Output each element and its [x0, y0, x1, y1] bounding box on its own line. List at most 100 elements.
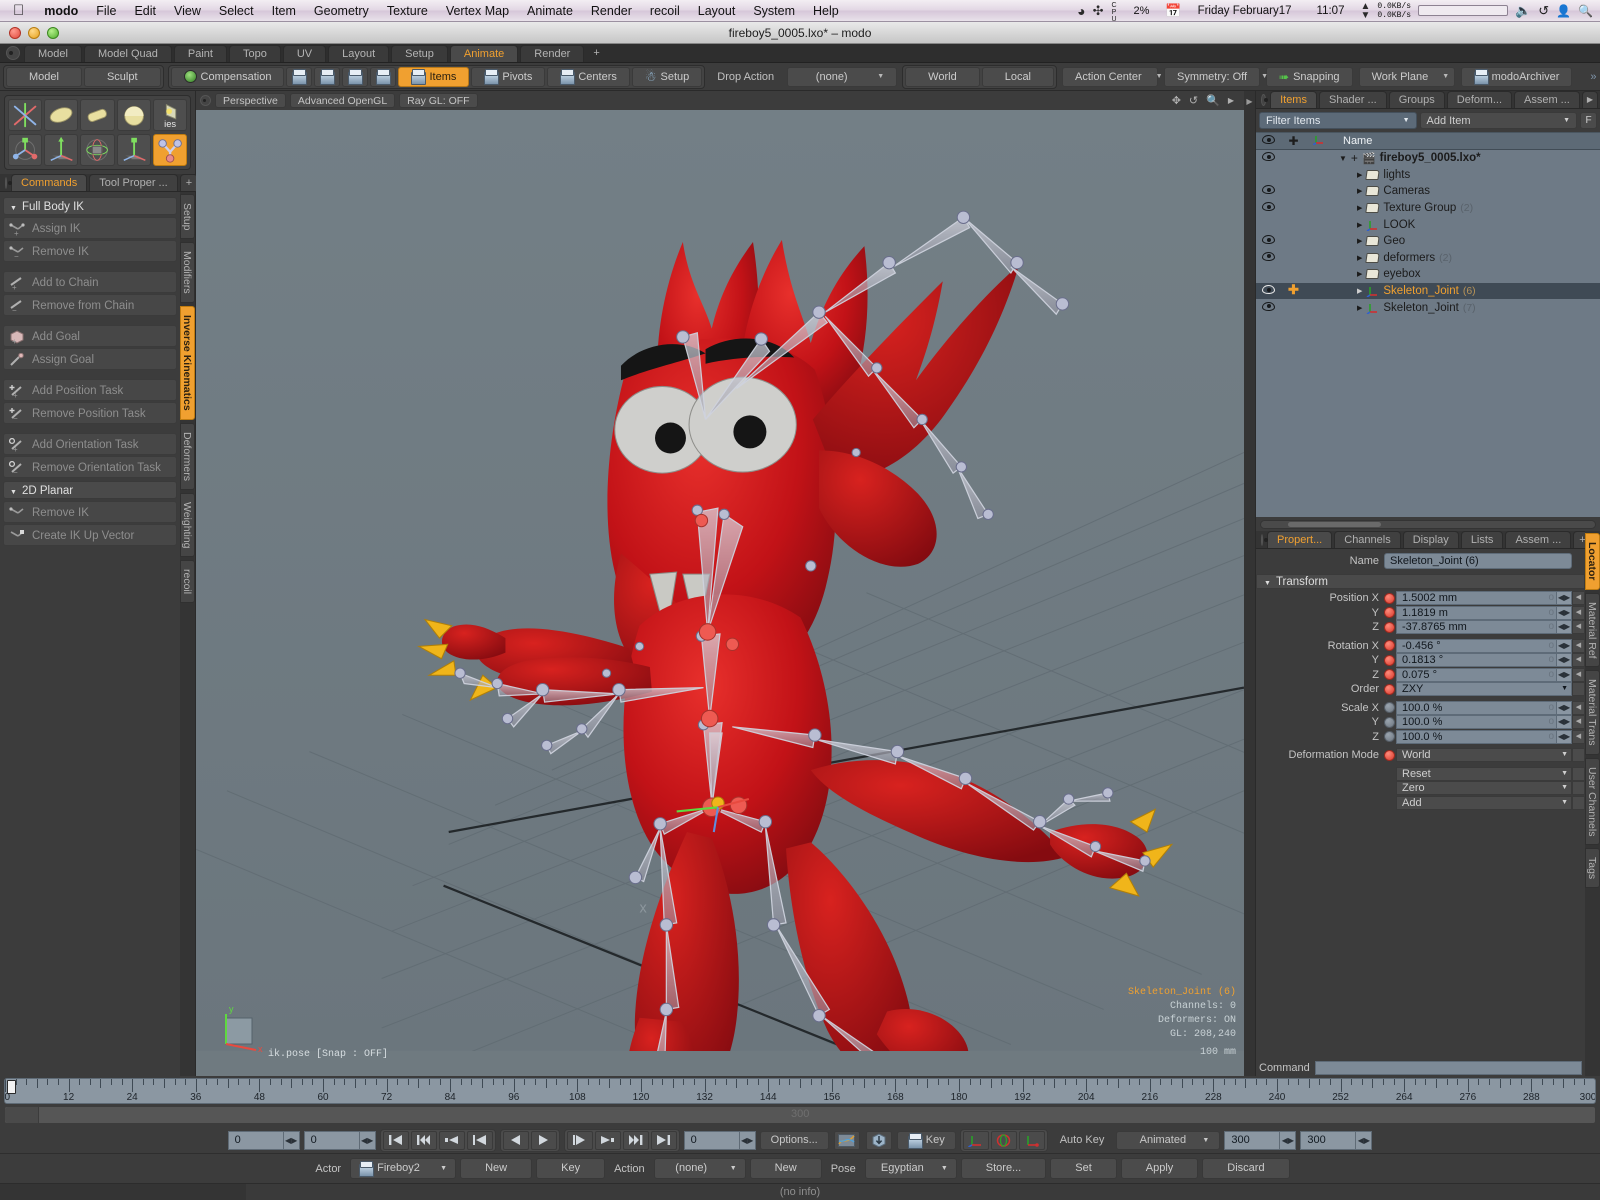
viewport-view-dropdown[interactable]: Perspective [215, 93, 286, 108]
command-add-position-task[interactable]: + Add Position Task [3, 379, 177, 401]
pose-discard-button[interactable]: Discard [1202, 1158, 1290, 1179]
disclosure-triangle-icon[interactable]: ▶ [1357, 287, 1362, 295]
timer-icon[interactable]: ◕ [1077, 3, 1085, 19]
graph-editor-button[interactable] [833, 1130, 860, 1150]
animated-channel-dot[interactable] [1384, 749, 1395, 761]
layout-tab-menu-knob[interactable] [6, 46, 20, 60]
stepper-arrows[interactable]: ◀▶ [1557, 653, 1572, 668]
pose-set-button[interactable]: Set [1050, 1158, 1117, 1179]
vtab-material-ref[interactable]: Material Ref [1585, 592, 1600, 668]
disclosure-triangle-icon[interactable]: ▶ [1357, 221, 1362, 229]
viewport-expand-icon[interactable]: ▶ [1228, 96, 1234, 105]
disclosure-triangle-icon[interactable]: ▶ [1357, 304, 1362, 312]
rotation-z-input[interactable]: 0.075 ° o [1396, 667, 1557, 682]
viewport-canvas[interactable]: x z [196, 110, 1244, 1051]
vtab-inverse-kinematics[interactable]: Inverse Kinematics [180, 306, 195, 420]
pivots-button[interactable]: Pivots [471, 66, 546, 87]
property-row-end[interactable] [1572, 748, 1585, 763]
row-visibility-toggle[interactable] [1256, 235, 1281, 247]
action-dropdown[interactable]: (none) ▼ [653, 1158, 746, 1179]
stepper-arrows[interactable]: ◀▶ [1557, 729, 1572, 744]
actor-dropdown[interactable]: Fireboy2 ▼ [350, 1158, 457, 1179]
items-panel-next-tab-button[interactable]: ▶ [1581, 91, 1598, 108]
right-panel-collapse-handle[interactable]: ▶ [1244, 91, 1255, 1076]
add-layout-tab-button[interactable]: + [586, 45, 606, 62]
rotation-x-input[interactable]: -0.456 ° o [1396, 638, 1557, 653]
menu-item[interactable]: Item [263, 0, 305, 22]
property-row-end[interactable] [1572, 795, 1585, 810]
channel-icon-1-button[interactable] [962, 1130, 989, 1150]
viewport-menu-knob[interactable] [200, 95, 211, 106]
scale-x-input[interactable]: 100.0 % o [1396, 700, 1557, 715]
date-label[interactable]: Friday February17 [1189, 0, 1301, 22]
setup-mode-button[interactable]: ☃ Setup [631, 66, 703, 87]
action-new-button[interactable]: New [749, 1158, 822, 1179]
rotation-y-input[interactable]: 0.1813 ° o [1396, 653, 1557, 668]
horizontal-scrollbar[interactable] [1260, 519, 1596, 529]
menu-edit[interactable]: Edit [125, 0, 165, 22]
time-label[interactable]: 11:07 [1308, 0, 1354, 22]
ellipse-tool-icon[interactable] [44, 99, 79, 131]
property-row-end[interactable] [1572, 682, 1585, 697]
command-create-ik-up-vector[interactable]: Create IK Up Vector [3, 524, 177, 546]
tab-tool-properties[interactable]: Tool Proper ... [89, 174, 178, 191]
actor-new-button[interactable]: New [460, 1158, 533, 1179]
fit-view-icon[interactable]: ✥ [1172, 94, 1181, 107]
load-preset-button[interactable] [865, 1130, 892, 1150]
channel-icon-2-button[interactable] [990, 1130, 1017, 1150]
drop-action-dropdown[interactable]: (none) ▼ [787, 66, 898, 87]
disclosure-triangle-icon[interactable]: ▶ [1357, 171, 1362, 179]
row-name[interactable]: ▶ lights [1331, 169, 1600, 181]
vtab-locator[interactable]: Locator [1585, 533, 1600, 590]
row-name[interactable]: ▶ deformers (2) [1331, 252, 1600, 264]
key-button[interactable]: Key [896, 1130, 956, 1150]
filter-toggle-button[interactable]: F [1580, 112, 1597, 129]
ies-light-tool-icon[interactable]: ies [152, 99, 188, 131]
menu-modo[interactable]: modo [35, 0, 87, 22]
animated-channel-dot[interactable] [1384, 702, 1395, 714]
vtab-recoil[interactable]: recoil [180, 560, 195, 604]
stepper-arrows[interactable]: ◀▶ [1557, 667, 1572, 682]
menu-file[interactable]: File [87, 0, 125, 22]
name-field[interactable]: Skeleton_Joint (6) [1384, 552, 1572, 569]
pose-apply-button[interactable]: Apply [1120, 1158, 1199, 1179]
menu-layout[interactable]: Layout [689, 0, 745, 22]
property-row-end[interactable]: ◀ [1572, 638, 1585, 653]
stepper-arrows[interactable]: ◀▶ [1557, 700, 1572, 715]
row-name[interactable]: ▶ Skeleton_Joint (7) [1331, 302, 1600, 315]
toolbar-overflow-button[interactable]: » [1578, 67, 1600, 87]
row-name[interactable]: ▶ eyebox [1331, 268, 1600, 280]
tab-layout[interactable]: Layout [328, 45, 390, 62]
play-forward-button[interactable] [530, 1130, 557, 1150]
stepper-arrows[interactable]: ◀▶ [1557, 605, 1572, 620]
pose-store-button[interactable]: Store... [960, 1158, 1047, 1179]
position-z-input[interactable]: -37.8765 mm o [1396, 620, 1557, 635]
joint-tool-icon[interactable] [152, 134, 188, 166]
stepper-arrows[interactable]: ◀▶ [1557, 715, 1572, 730]
tab-paint[interactable]: Paint [173, 45, 227, 62]
property-row-end[interactable]: ◀ [1572, 653, 1585, 668]
animated-channel-dot[interactable] [1384, 731, 1395, 743]
rotate-tool-icon[interactable] [80, 134, 115, 166]
falloff-icon-1-button[interactable] [286, 66, 313, 87]
range-start-stepper[interactable]: ◀▶ [1280, 1130, 1297, 1150]
command-assign-ik[interactable]: + Assign IK [3, 217, 177, 239]
model-mode-button[interactable]: Model [6, 66, 82, 87]
tab-render[interactable]: Render [520, 45, 585, 62]
command-input[interactable] [1314, 1061, 1582, 1075]
property-row-end[interactable]: ◀ [1572, 605, 1585, 620]
animated-channel-dot[interactable] [1384, 592, 1395, 604]
disclosure-triangle-icon[interactable]: ▶ [1357, 254, 1362, 262]
animated-channel-dot[interactable] [1384, 621, 1395, 633]
command-remove-from-chain[interactable]: − Remove from Chain [3, 294, 177, 316]
vtab-weighting[interactable]: Weighting [180, 492, 195, 558]
command-remove-position-task[interactable]: − Remove Position Task [3, 402, 177, 424]
disclosure-triangle-icon[interactable]: ▼ [1339, 154, 1347, 163]
tab-topo[interactable]: Topo [228, 45, 281, 62]
tab-groups[interactable]: Groups [1388, 91, 1445, 108]
disclosure-triangle-icon[interactable]: ▶ [1357, 270, 1362, 278]
animated-channel-dot[interactable] [1384, 683, 1395, 695]
timeline-ruler[interactable]: 0 12 24 36 48 60 72 84 96 108 120 132 144 156 168 180 19… [4, 1078, 1596, 1104]
row-name[interactable]: ▼ + 🎬 fireboy5_0005.lxo* [1331, 152, 1600, 165]
scale-tool-icon[interactable] [116, 134, 151, 166]
